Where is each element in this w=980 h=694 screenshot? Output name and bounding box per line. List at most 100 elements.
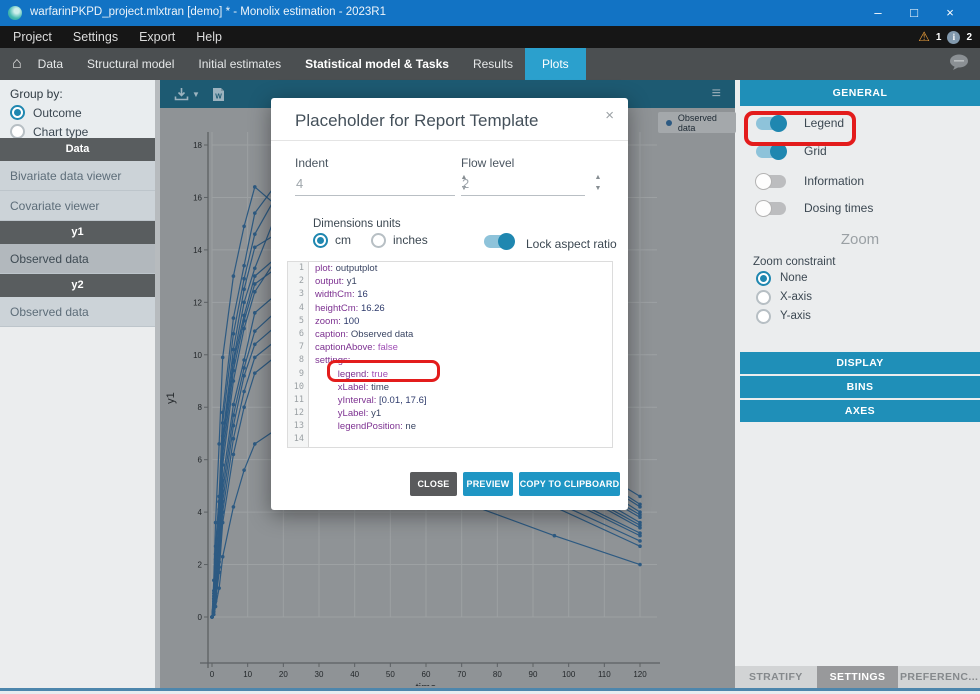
close-dialog-button[interactable]: CLOSE (410, 472, 457, 496)
flow-level-input[interactable]: 2 (462, 176, 469, 191)
data-point (232, 332, 236, 336)
footer-tab-preferenc[interactable]: PREFERENC... (898, 666, 980, 688)
menu-project[interactable]: Project (13, 30, 52, 44)
data-point (221, 510, 225, 514)
preview-button[interactable]: PREVIEW (463, 472, 513, 496)
code-value: Observed data (351, 329, 413, 340)
indent-input[interactable]: 4 (296, 176, 303, 191)
data-point (242, 319, 246, 323)
group-by-option-chart-type[interactable]: Chart type (10, 124, 145, 139)
data-point (253, 245, 257, 249)
units-option-inches[interactable]: inches (371, 232, 428, 248)
warning-icon[interactable]: ⚠ (918, 26, 930, 48)
sidebar-item-covariate-viewer[interactable]: Covariate viewer (0, 191, 155, 221)
data-point (221, 453, 225, 457)
group-by-option-outcome[interactable]: Outcome (10, 105, 145, 120)
radio-button[interactable] (371, 233, 386, 248)
tab-data[interactable]: Data (26, 48, 75, 80)
code-key: settings: (315, 355, 350, 366)
units-option-cm[interactable]: cm (313, 232, 351, 248)
data-point (221, 421, 225, 425)
tab-structural-model[interactable]: Structural model (75, 48, 186, 80)
minimize-button[interactable]: – (862, 0, 894, 26)
flow-spinner-down-icon[interactable]: ▼ (593, 185, 603, 193)
zoom-constraint-x-axis[interactable]: X-axis (756, 289, 812, 305)
export-image-icon[interactable] (174, 87, 189, 101)
plot-menu-icon[interactable]: ≡ (712, 85, 721, 103)
code-key: plot: (315, 263, 336, 274)
sidebar-item-bivariate-data-viewer[interactable]: Bivariate data viewer (0, 161, 155, 191)
menu-help[interactable]: Help (196, 30, 222, 44)
data-point (210, 615, 214, 619)
copy-to-clipboard-button[interactable]: COPY TO CLIPBOARD (519, 472, 620, 496)
information-toggle[interactable] (756, 175, 786, 188)
zoom-constraint-none[interactable]: None (756, 270, 808, 286)
code-value: [0.01, 17.6] (379, 395, 427, 406)
dosing-times-toggle[interactable] (756, 202, 786, 215)
tab-plots[interactable]: Plots (525, 48, 586, 80)
code-line-content: legendPosition: ne (309, 420, 416, 433)
dialog-close-icon[interactable]: × (605, 107, 614, 124)
maximize-button[interactable]: □ (898, 0, 930, 26)
sidebar-item-observed-data[interactable]: Observed data (0, 297, 155, 327)
panel-header-general[interactable]: GENERAL (740, 80, 980, 106)
sidebar-item-observed-data[interactable]: Observed data (0, 244, 155, 274)
code-line-content: heightCm: 16.26 (309, 302, 385, 315)
panel-header-axes[interactable]: AXES (740, 400, 980, 422)
code-value: time (371, 382, 389, 393)
settings-panel: GENERAL LegendGridInformationDosing time… (740, 80, 980, 694)
code-line-number: 9 (288, 368, 309, 381)
code-line: 11yInterval: [0.01, 17.6] (288, 394, 612, 407)
code-key: output: (315, 276, 347, 287)
data-point (242, 468, 246, 472)
tab-statistical-model-tasks[interactable]: Statistical model & Tasks (293, 48, 461, 80)
radio-button[interactable] (756, 290, 771, 305)
footer-tab-stratify[interactable]: STRATIFY (735, 666, 817, 688)
template-code-block[interactable]: 1plot: outputplot2output: y13widthCm: 16… (287, 261, 613, 448)
code-line-content: xLabel: time (309, 381, 389, 394)
radio-button[interactable] (10, 105, 25, 120)
data-point (232, 316, 236, 320)
data-point (638, 523, 642, 527)
close-button[interactable]: × (934, 0, 966, 26)
data-point (253, 185, 257, 189)
data-point (214, 605, 218, 609)
data-point (242, 390, 246, 394)
indent-input-underline (295, 195, 455, 196)
export-caret-icon[interactable]: ▼ (192, 90, 200, 99)
flow-spinner-up-icon[interactable]: ▲ (593, 174, 603, 182)
data-point (232, 505, 236, 509)
footer-tab-settings[interactable]: SETTINGS (817, 666, 899, 688)
grid-toggle[interactable] (756, 145, 786, 158)
radio-button[interactable] (756, 271, 771, 286)
toggle-label: Information (804, 174, 864, 188)
chat-icon[interactable] (948, 54, 970, 75)
tab-initial-estimates[interactable]: Initial estimates (186, 48, 293, 80)
sidebar: Group by: OutcomeChart type DataBivariat… (0, 80, 155, 694)
radio-button[interactable] (10, 124, 25, 139)
x-tick-label: 20 (279, 670, 288, 679)
tab-results[interactable]: Results (461, 48, 525, 80)
group-by-section: Group by: OutcomeChart type (0, 80, 155, 138)
radio-button[interactable] (756, 309, 771, 324)
panel-header-display[interactable]: DISPLAY (740, 352, 980, 374)
data-point (221, 555, 225, 559)
export-word-icon[interactable]: W (212, 87, 225, 102)
menu-settings[interactable]: Settings (73, 30, 118, 44)
zoom-constraint-y-axis[interactable]: Y-axis (756, 308, 811, 324)
radio-dot (14, 109, 21, 116)
lock-aspect-ratio-toggle[interactable] (484, 235, 514, 248)
radio-button[interactable] (313, 233, 328, 248)
indent-label: Indent (295, 156, 328, 170)
menu-export[interactable]: Export (139, 30, 175, 44)
code-line-content: settings: (309, 354, 350, 367)
toggle-row-dosing-times: Dosing times (756, 199, 873, 217)
info-icon[interactable]: i (947, 31, 960, 44)
panel-header-bins[interactable]: BINS (740, 376, 980, 398)
code-line: 7captionAbove: false (288, 341, 612, 354)
home-icon[interactable]: ⌂ (12, 48, 22, 80)
legend-toggle[interactable] (756, 117, 786, 130)
code-line-content: zoom: 100 (309, 315, 359, 328)
code-line-content: plot: outputplot (309, 262, 377, 275)
toggle-knob (770, 143, 787, 160)
